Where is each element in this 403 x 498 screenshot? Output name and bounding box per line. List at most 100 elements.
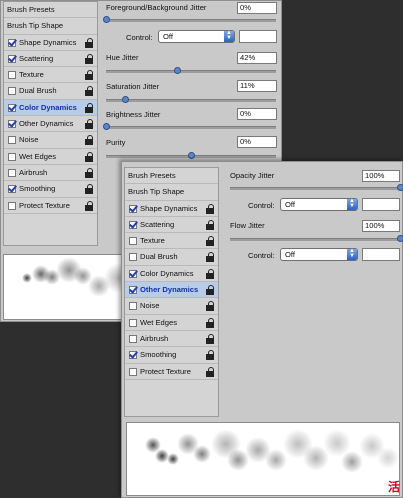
fg-bg-jitter-thumb[interactable] xyxy=(103,16,110,23)
checkbox[interactable] xyxy=(8,201,16,210)
lock-icon[interactable] xyxy=(206,219,215,230)
list-item-dual-brush[interactable]: Dual Brush xyxy=(125,249,218,266)
flow-jitter-thumb[interactable] xyxy=(397,235,403,242)
lock-icon[interactable] xyxy=(85,70,94,81)
lock-icon[interactable] xyxy=(85,167,94,178)
brightness-jitter-label: Brightness Jitter xyxy=(106,110,161,119)
checkbox[interactable] xyxy=(8,136,16,145)
checkbox[interactable] xyxy=(129,351,137,360)
fg-bg-jitter-slider[interactable] xyxy=(103,16,276,23)
list-item-shape-dynamics[interactable]: Shape Dynamics xyxy=(4,35,97,51)
flow-control-select[interactable]: Off ▲ ▼ xyxy=(280,248,358,261)
checkbox[interactable] xyxy=(129,237,137,246)
fg-bg-jitter-value[interactable]: 0% xyxy=(237,2,277,14)
list-item-scattering[interactable]: Scattering xyxy=(4,51,97,68)
list-item-wet-edges[interactable]: Wet Edges xyxy=(4,149,97,165)
lock-icon[interactable] xyxy=(206,285,215,296)
opacity-jitter-slider[interactable] xyxy=(230,184,403,191)
control-fade-field[interactable] xyxy=(239,30,277,43)
lock-icon[interactable] xyxy=(206,317,215,328)
lock-icon[interactable] xyxy=(206,366,215,377)
checkbox[interactable] xyxy=(8,120,16,129)
control-select[interactable]: Off ▲ ▼ xyxy=(158,30,235,43)
lock-icon[interactable] xyxy=(85,102,94,113)
list-item-smoothing[interactable]: Smoothing xyxy=(125,347,218,364)
flow-jitter-value[interactable]: 100% xyxy=(362,220,400,232)
lock-icon[interactable] xyxy=(206,301,215,312)
checkbox[interactable] xyxy=(129,220,137,229)
list-item-airbrush[interactable]: Airbrush xyxy=(125,331,218,348)
purity-slider[interactable] xyxy=(106,152,276,159)
checkbox[interactable] xyxy=(129,318,137,327)
list-item-color-dynamics[interactable]: Color Dynamics xyxy=(125,266,218,283)
saturation-jitter-thumb[interactable] xyxy=(121,96,129,103)
purity-thumb[interactable] xyxy=(188,152,195,159)
list-item-shape-dynamics[interactable]: Shape Dynamics xyxy=(125,201,218,217)
checkbox[interactable] xyxy=(8,168,16,177)
list-item-protect-texture[interactable]: Protect Texture xyxy=(125,364,218,380)
checkbox[interactable] xyxy=(129,204,137,213)
checkbox[interactable] xyxy=(129,334,137,343)
list-item-airbrush[interactable]: Airbrush xyxy=(4,165,97,182)
checkbox[interactable] xyxy=(8,54,16,63)
lock-icon[interactable] xyxy=(206,268,215,279)
lock-icon[interactable] xyxy=(206,203,215,214)
lock-icon[interactable] xyxy=(85,135,94,146)
lock-icon[interactable] xyxy=(206,252,215,263)
saturation-jitter-slider[interactable] xyxy=(106,96,276,103)
lock-icon[interactable] xyxy=(85,53,94,64)
brightness-jitter-slider[interactable] xyxy=(103,123,276,130)
purity-value[interactable]: 0% xyxy=(237,136,277,148)
list-item-label: Wet Edges xyxy=(19,151,57,161)
opacity-jitter-thumb[interactable] xyxy=(397,184,403,191)
flow-jitter-slider[interactable] xyxy=(230,235,403,242)
lock-icon[interactable] xyxy=(206,333,215,344)
opacity-jitter-value[interactable]: 100% xyxy=(362,170,400,182)
list-item-noise[interactable]: Noise xyxy=(4,132,97,149)
checkbox[interactable] xyxy=(8,38,16,47)
checkbox[interactable] xyxy=(129,253,137,262)
lock-icon[interactable] xyxy=(85,119,94,130)
checkbox[interactable] xyxy=(129,367,137,376)
lock-icon[interactable] xyxy=(85,184,94,195)
list-item-wet-edges[interactable]: Wet Edges xyxy=(125,315,218,331)
brightness-jitter-value[interactable]: 0% xyxy=(237,108,277,120)
brush-tip-shape-item[interactable]: Brush Tip Shape xyxy=(4,18,97,35)
lock-icon[interactable] xyxy=(206,236,215,247)
lock-icon[interactable] xyxy=(206,350,215,361)
control-fade-field[interactable] xyxy=(362,248,400,261)
brush-tip-shape-item[interactable]: Brush Tip Shape xyxy=(125,184,218,201)
hue-jitter-thumb[interactable] xyxy=(174,67,182,74)
checkbox[interactable] xyxy=(8,152,16,161)
lock-icon[interactable] xyxy=(85,86,94,97)
checkbox[interactable] xyxy=(129,302,137,311)
lock-icon[interactable] xyxy=(85,37,94,48)
checkbox[interactable] xyxy=(8,71,16,80)
list-item-texture[interactable]: Texture xyxy=(125,233,218,250)
checkbox[interactable] xyxy=(8,87,16,96)
control-fade-field[interactable] xyxy=(362,198,400,211)
list-item-protect-texture[interactable]: Protect Texture xyxy=(4,198,97,214)
brush-tip-shape-label: Brush Tip Shape xyxy=(7,21,64,31)
list-item-other-dynamics[interactable]: Other Dynamics xyxy=(4,116,97,133)
checkbox[interactable] xyxy=(8,103,16,112)
list-item-dual-brush[interactable]: Dual Brush xyxy=(4,83,97,100)
checkbox[interactable] xyxy=(129,269,137,278)
list-item-scattering[interactable]: Scattering xyxy=(125,217,218,234)
lock-icon[interactable] xyxy=(85,200,94,211)
hue-jitter-slider[interactable] xyxy=(106,67,276,74)
list-item-noise[interactable]: Noise xyxy=(125,298,218,315)
brush-presets-item[interactable]: Brush Presets xyxy=(4,2,97,19)
list-item-other-dynamics[interactable]: Other Dynamics xyxy=(125,282,218,299)
opacity-control-select[interactable]: Off ▲ ▼ xyxy=(280,198,358,211)
hue-jitter-value[interactable]: 42% xyxy=(237,52,277,64)
list-item-smoothing[interactable]: Smoothing xyxy=(4,181,97,198)
lock-icon[interactable] xyxy=(85,151,94,162)
brush-presets-item[interactable]: Brush Presets xyxy=(125,168,218,185)
list-item-texture[interactable]: Texture xyxy=(4,67,97,84)
checkbox[interactable] xyxy=(8,185,16,194)
checkbox[interactable] xyxy=(129,286,137,295)
saturation-jitter-value[interactable]: 11% xyxy=(237,80,277,92)
list-item-color-dynamics[interactable]: Color Dynamics xyxy=(4,99,97,117)
brightness-jitter-thumb[interactable] xyxy=(103,123,110,130)
